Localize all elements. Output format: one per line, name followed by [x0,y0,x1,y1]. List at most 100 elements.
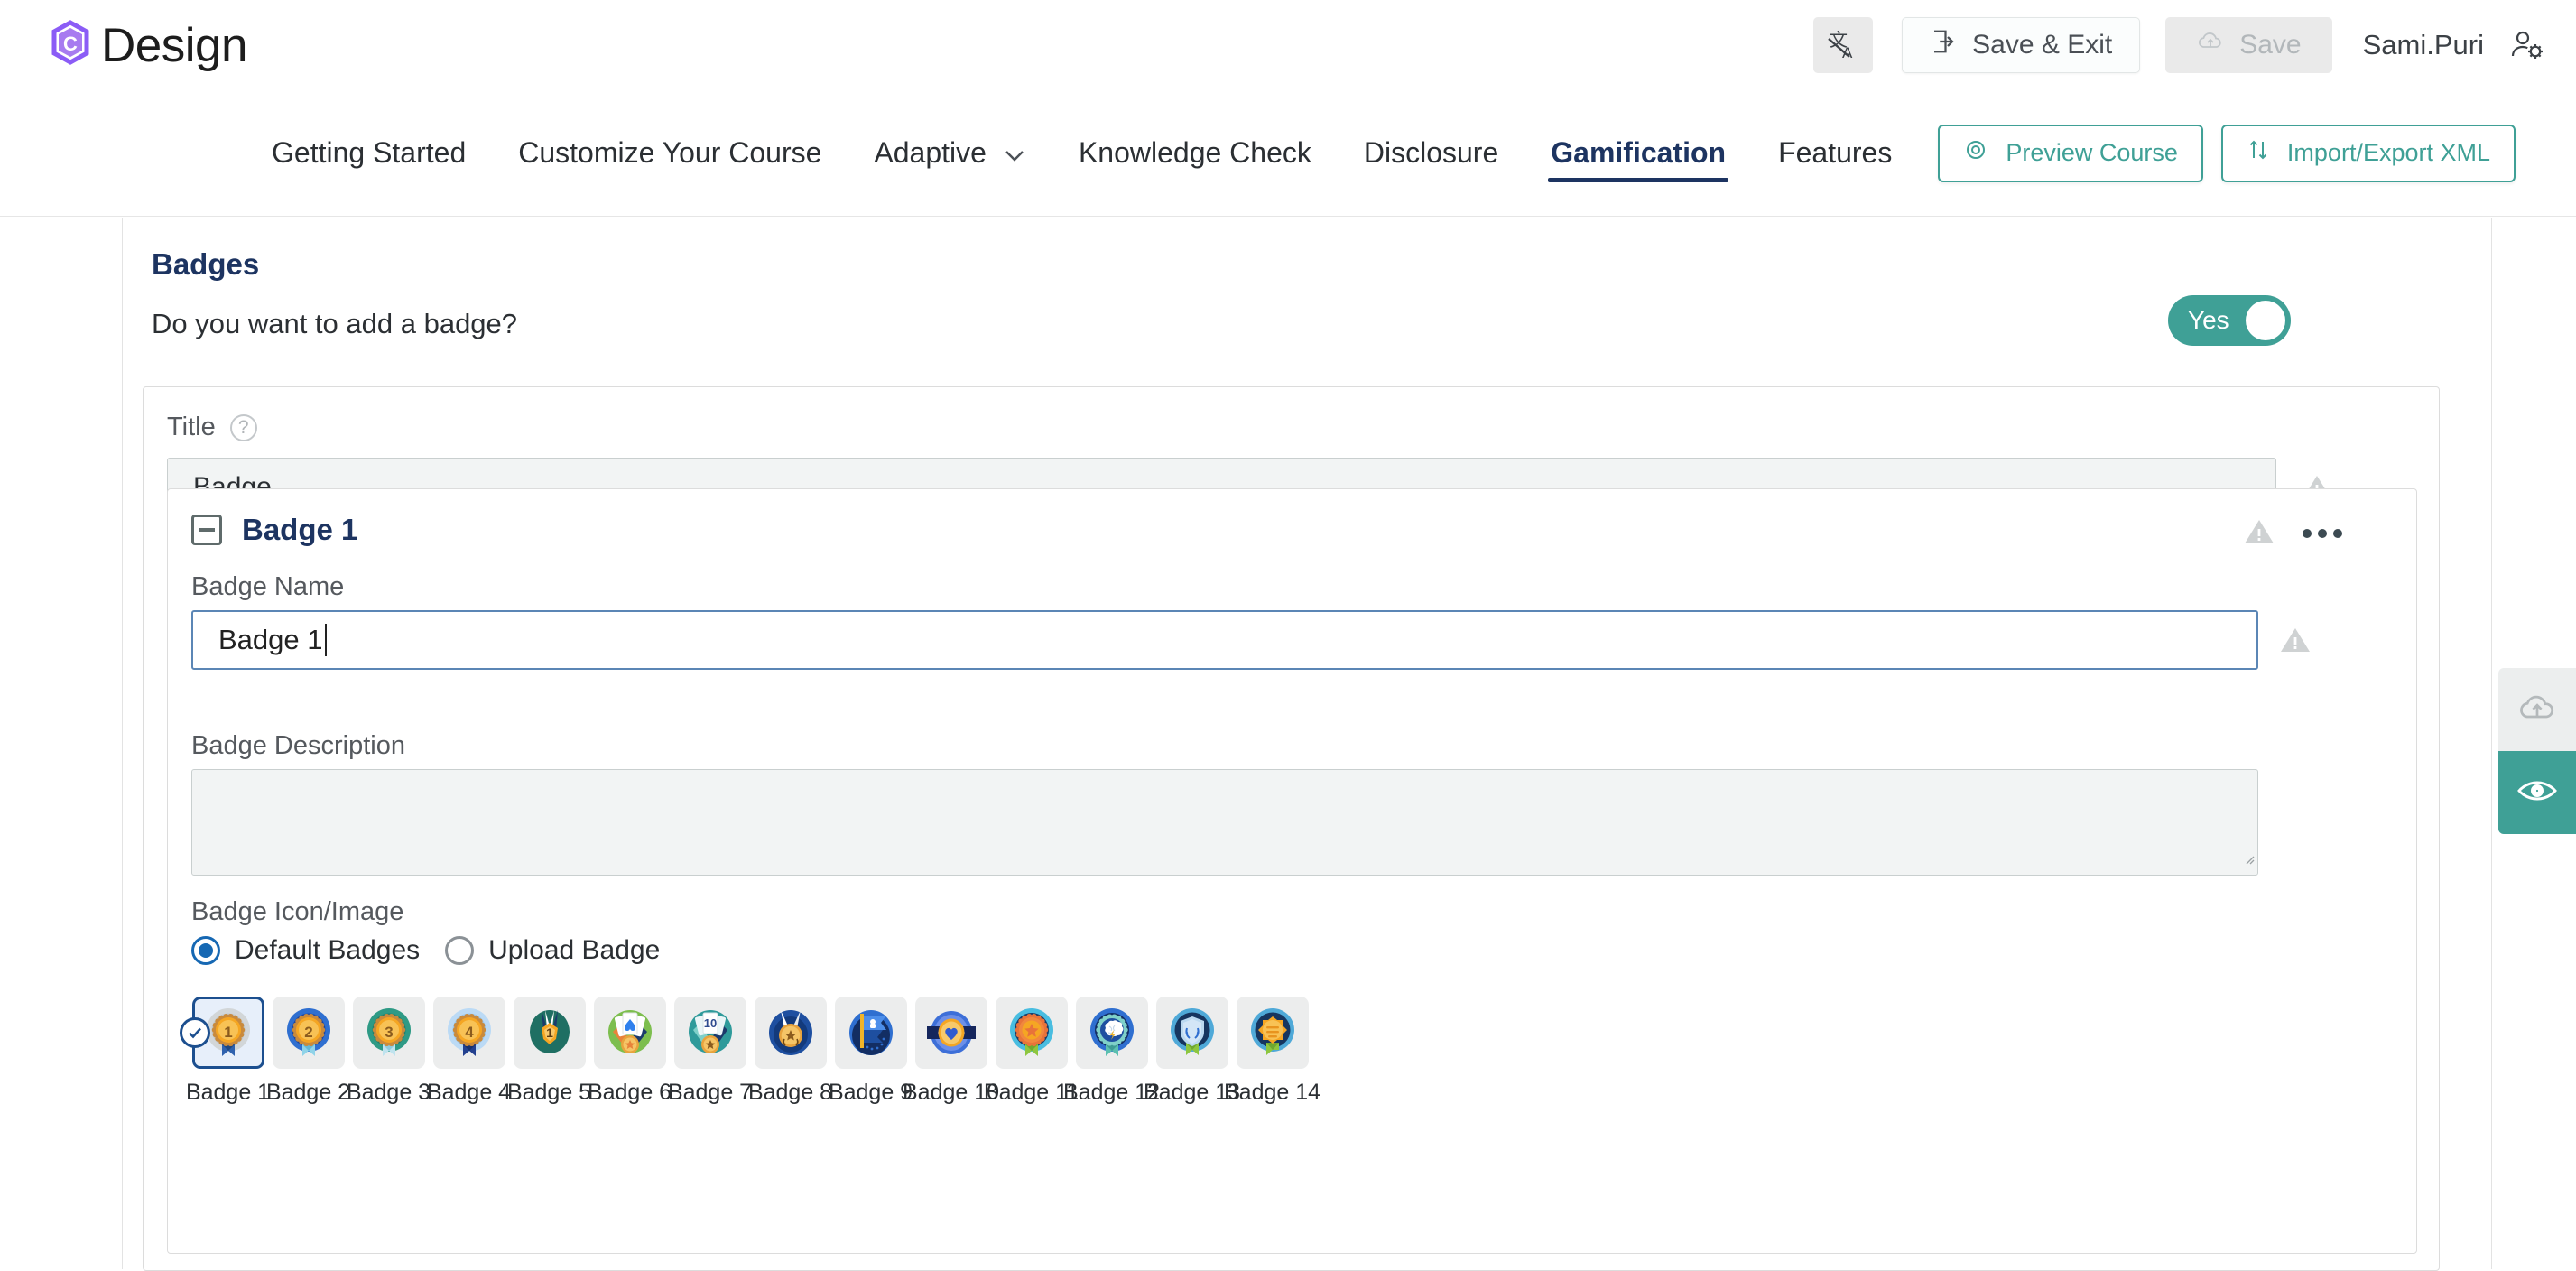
tab-disclosure[interactable]: Disclosure [1338,136,1524,170]
badge-gallery-item[interactable]: 4 Badge 4 [429,997,509,1106]
preview-course-button[interactable]: Preview Course [1938,125,2203,182]
badge-icon-image-label-text: Badge Icon/Image [191,897,403,927]
badge-gallery-item[interactable]: 10 Badge 7 [670,997,750,1106]
tab-label: Knowledge Check [1079,136,1311,170]
radio-default-badges-circle [191,936,220,965]
top-header-bar: C Design 文 A Save & Exit [0,0,2576,90]
side-upload-button[interactable] [2498,668,2576,751]
badge-gallery-item-label: Badge 7 [668,1080,752,1106]
badge-gallery-item[interactable]: Badge 11 [991,997,1071,1106]
badge-gallery-item[interactable]: Badge 14 [1232,997,1312,1106]
badge-gallery-item[interactable]: 2Badge 2 [268,997,348,1106]
preview-course-label: Preview Course [2006,139,2178,167]
add-badge-toggle[interactable]: Yes [2168,295,2291,346]
title-label-text: Title [167,413,216,442]
badge-gallery-item[interactable]: Badge 12 [1071,997,1152,1106]
brain-bolt-rosette-icon[interactable] [1076,997,1148,1069]
text-cursor [325,624,327,656]
main-navigation-bar: Getting Started Customize Your Course Ad… [0,90,2576,217]
radio-default-badges[interactable]: Default Badges [191,935,420,966]
badge-gallery-item[interactable]: 1 Badge 1 [188,997,268,1106]
badge-gallery-item[interactable]: 1Badge 5 [509,997,589,1106]
badge-gallery-item-label: Badge 1 [186,1080,270,1106]
resize-handle-icon[interactable] [2242,841,2255,872]
badge-gallery-item-label: Badge 4 [427,1080,511,1106]
page-title: Badges [152,247,259,282]
minus-square-icon[interactable] [191,515,222,545]
tab-gamification[interactable]: Gamification [1524,136,1752,170]
badge-gallery-item[interactable]: 3 Badge 3 [348,997,429,1106]
medal-2-blue-ribbon-icon[interactable]: 2 [273,997,345,1069]
app-logo[interactable]: C Design [43,17,247,73]
tab-customize-your-course[interactable]: Customize Your Course [492,136,848,170]
radio-default-badges-label: Default Badges [235,935,420,966]
svg-text:2: 2 [304,1024,312,1041]
svg-text:1: 1 [546,1025,553,1040]
header-actions: 文 A Save & Exit Save Sami.Puri [1813,17,2545,73]
badge-name-label-text: Badge Name [191,572,344,602]
badge-description-textarea[interactable] [191,769,2258,876]
badge-gallery-item[interactable]: Badge 6 [589,997,670,1106]
badge-gallery-item-label: Badge 3 [347,1080,431,1106]
svg-text:10: 10 [703,1016,716,1030]
content-area: Badges Do you want to add a badge? Yes T… [0,218,2576,1269]
tab-label: Customize Your Course [518,136,821,170]
medal-star-1-lanyard-icon[interactable]: 1 [514,997,586,1069]
badge-gallery-item[interactable]: Badge 13 [1152,997,1232,1106]
svg-text:C: C [63,32,78,55]
tab-label: Disclosure [1364,136,1498,170]
user-gear-icon[interactable] [2509,27,2545,63]
save-and-exit-button[interactable]: Save & Exit [1902,17,2140,73]
right-rail-divider [2491,218,2492,1269]
badge-1-accordion-header[interactable]: Badge 1 [191,513,357,547]
tab-label: Gamification [1551,136,1726,170]
selected-check-icon [180,1017,210,1048]
flag-trophy-stars-icon[interactable] [835,997,907,1069]
badge-1-warning-triangle-icon [2244,518,2275,545]
default-badge-gallery: 1 Badge 12Badge 2 3 Badge 3 4 Badge 41Badge 5… [188,997,1312,1106]
badge-gallery-item[interactable]: Badge 8 [750,997,830,1106]
medal-1-silver-ribbon-icon[interactable]: 1 [192,997,264,1069]
badge-1-accordion: Badge 1 Badge Name Badge 1 [167,488,2417,1254]
badge-name-input[interactable]: Badge 1 [191,610,2258,670]
badge-gallery-item[interactable]: Badge 9 [830,997,911,1106]
logo-text: Design [101,18,247,73]
exit-arrow-icon [1930,28,1957,62]
orange-star-rosette-icon[interactable] [996,997,1068,1069]
tab-getting-started[interactable]: Getting Started [246,136,492,170]
badge-gallery-item-label: Badge 14 [1224,1080,1320,1106]
username-label: Sami.Puri [2363,29,2484,61]
svg-text:4: 4 [465,1024,474,1041]
cloud-upload-icon [2196,29,2225,61]
eye-icon [2516,775,2559,811]
badge-name-input-value: Badge 1 [218,624,323,656]
tab-knowledge-check[interactable]: Knowledge Check [1052,136,1338,170]
badge-1-more-options-icon[interactable] [2303,529,2342,538]
badge-1-title: Badge 1 [242,513,357,547]
toggle-label: Yes [2188,306,2229,335]
medal-laurel-star-icon[interactable] [755,997,827,1069]
radio-upload-badge[interactable]: Upload Badge [445,935,660,966]
save-label: Save [2239,30,2301,60]
import-export-xml-button[interactable]: Import/Export XML [2221,125,2516,182]
tab-features[interactable]: Features [1752,136,1918,170]
translate-icon[interactable]: 文 A [1813,17,1873,73]
svg-text:3: 3 [385,1024,393,1041]
shield-laurel-rosette-icon[interactable] [1156,997,1228,1069]
medal-3-teal-ribbon-icon[interactable]: 3 [353,997,425,1069]
gold-seal-rosette-icon[interactable] [1237,997,1309,1069]
side-action-rail [2498,668,2576,834]
add-badge-question: Do you want to add a badge? [152,308,517,340]
cards-spade-medal-icon[interactable] [594,997,666,1069]
medal-4-lightblue-ribbon-icon[interactable]: 4 [433,997,505,1069]
tab-adaptive[interactable]: Adaptive [848,136,1052,170]
side-preview-button[interactable] [2498,751,2576,834]
badge-gallery-item[interactable]: Badge 10 [911,997,991,1106]
badge-icon-source-radio-group: Default Badges Upload Badge [191,935,660,966]
cards-10-medal-icon[interactable]: 10 [674,997,746,1069]
heart-medal-ribbon-icon[interactable] [915,997,987,1069]
question-circle-icon[interactable]: ? [230,414,257,441]
title-field-label: Title ? [167,413,257,442]
badge-gallery-item-label: Badge 9 [829,1080,913,1106]
save-button[interactable]: Save [2165,17,2331,73]
